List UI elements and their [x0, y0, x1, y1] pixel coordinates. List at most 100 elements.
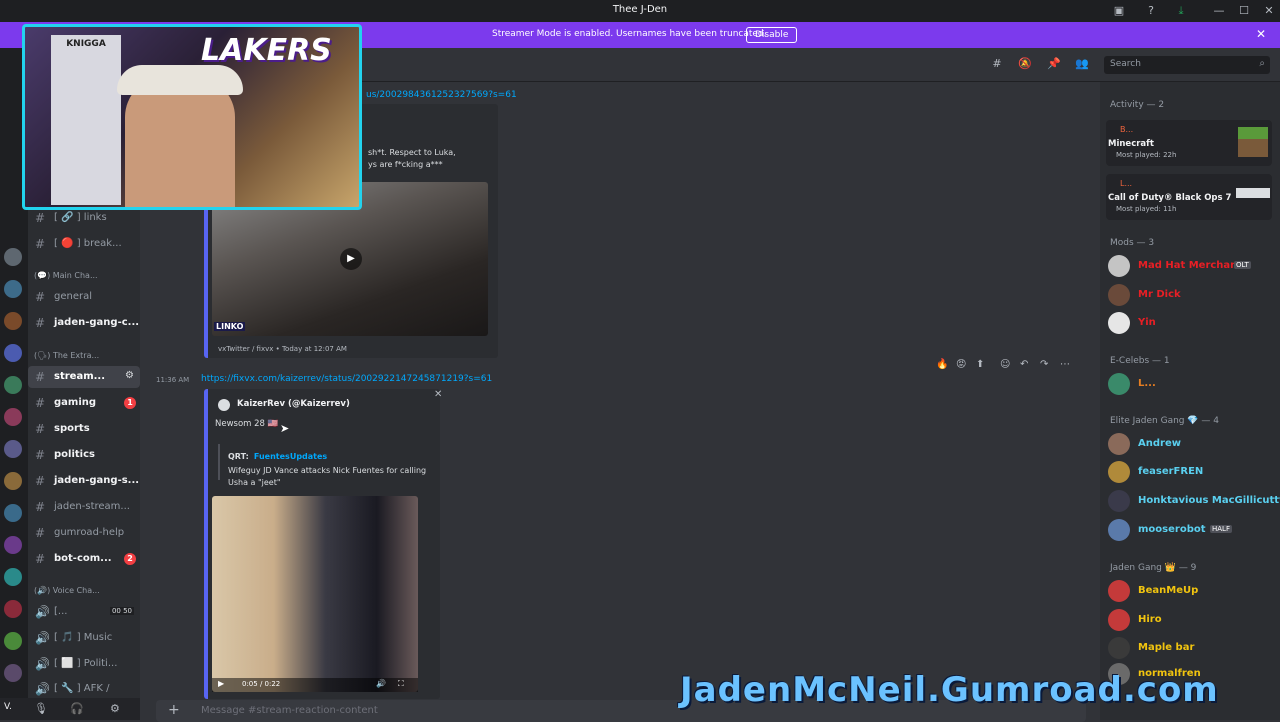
embed-author[interactable]: KaizerRev (@Kaizerrev) — [237, 399, 350, 409]
channel-label: [ 🎵 ] Music — [54, 632, 113, 643]
more-options-icon[interactable]: ⋯ — [1060, 359, 1070, 370]
notification-bell-icon[interactable]: 🔕 — [1018, 57, 1032, 71]
download-icon[interactable]: ⤓ — [1174, 4, 1188, 18]
embed-footer: vxTwitter / fixvx • Today at 12:07 AM — [218, 345, 347, 353]
message-link[interactable]: us/2002984361252327569?s=61 — [366, 90, 517, 100]
server-icon[interactable] — [4, 408, 22, 426]
server-icon[interactable] — [4, 376, 22, 394]
voice-channel-politics[interactable]: 🔊 [ ⬜ ] Politi... — [28, 653, 140, 675]
quote-tweet: QRT: FuentesUpdates Wifeguy JD Vance att… — [218, 444, 428, 487]
disable-streamer-mode-button[interactable]: Disable — [746, 27, 798, 43]
avatar — [1108, 609, 1130, 631]
user-panel: V. 🎙 🎧 ⚙ — [0, 698, 140, 720]
jersey-image: KNIGGA — [51, 35, 121, 205]
headphones-icon[interactable]: 🎧 — [70, 702, 84, 715]
streamer-cap — [117, 65, 243, 95]
voice-channel[interactable]: 🔊 [... 00 50 — [28, 601, 140, 623]
message-link[interactable]: https://fixvx.com/kaizerrev/status/20029… — [201, 374, 492, 384]
search-input[interactable]: Search ⌕ — [1104, 56, 1270, 74]
server-icon[interactable] — [4, 280, 22, 298]
mouse-cursor-icon: ➤ — [280, 422, 290, 435]
activity-game: Call of Duty® Black Ops 7 — [1108, 193, 1232, 203]
server-icon[interactable] — [4, 248, 22, 266]
member-item[interactable]: L... — [1108, 373, 1278, 395]
category-voice-chat[interactable]: (🔊) Voice Cha... — [34, 586, 140, 600]
member-list-icon[interactable]: 👥 — [1075, 57, 1089, 71]
settings-icon[interactable]: ⚙ — [110, 702, 120, 715]
member-item[interactable]: Maple bar — [1108, 637, 1278, 659]
member-item[interactable]: BeanMeUp — [1108, 580, 1278, 602]
member-item[interactable]: Honktavious MacGillicutty — [1108, 490, 1280, 512]
help-icon[interactable]: ? — [1144, 4, 1158, 18]
server-icon[interactable] — [4, 536, 22, 554]
member-item[interactable]: Hiro — [1108, 609, 1278, 631]
server-icon[interactable] — [4, 504, 22, 522]
inbox-icon[interactable]: ▣ — [1112, 4, 1126, 18]
channel-jaden-stream[interactable]: # jaden-stream... — [28, 496, 140, 518]
channel-break[interactable]: # [ 🔴 ] break... — [28, 233, 140, 255]
minimize-icon[interactable]: — — [1212, 4, 1226, 18]
channel-gaming[interactable]: # gaming 1 — [28, 392, 140, 414]
play-icon[interactable]: ▶ — [340, 248, 362, 270]
member-name: Hiro — [1138, 614, 1162, 625]
add-reaction-icon[interactable]: ☺ — [1000, 359, 1010, 370]
voice-channel-afk[interactable]: 🔊 [ 🔧 ] AFK / — [28, 678, 140, 700]
server-icon[interactable] — [4, 632, 22, 650]
server-icon[interactable] — [4, 600, 22, 618]
activity-card[interactable]: B... Minecraft Most played: 22h — [1106, 120, 1272, 166]
member-item[interactable]: Yin — [1108, 312, 1278, 334]
channel-gumroad-help[interactable]: # gumroad-help — [28, 522, 140, 544]
server-icon[interactable] — [4, 568, 22, 586]
volume-icon[interactable]: 🔊 — [376, 679, 386, 688]
channel-jaden-gang-chat[interactable]: # jaden-gang-c... — [28, 312, 140, 334]
pin-icon[interactable]: 📌 — [1047, 57, 1061, 71]
close-icon[interactable]: ✕ — [1262, 4, 1276, 18]
member-item[interactable]: Andrew — [1108, 433, 1278, 455]
category-label: (🗣) The Extra... — [34, 351, 100, 360]
member-item[interactable]: mooserobot HALF — [1108, 519, 1278, 541]
category-main-chat[interactable]: (💬) Main Cha... — [34, 271, 140, 285]
server-icon[interactable] — [4, 472, 22, 490]
member-name: Yin — [1138, 317, 1156, 328]
reply-icon[interactable]: ↶ — [1020, 359, 1028, 370]
member-item[interactable]: feaserFREN — [1108, 461, 1278, 483]
channel-general[interactable]: # general — [28, 286, 140, 308]
maximize-icon[interactable]: ☐ — [1237, 4, 1251, 18]
qrt-user[interactable]: FuentesUpdates — [254, 452, 327, 461]
hash-icon: # — [35, 500, 46, 514]
reaction-this-icon[interactable]: ⬆ — [976, 359, 984, 370]
server-icon[interactable] — [4, 344, 22, 362]
server-icon[interactable] — [4, 664, 22, 682]
channel-links[interactable]: # [ 🔗 ] links — [28, 207, 140, 229]
microphone-icon[interactable]: 🎙 — [34, 702, 48, 715]
reaction-fire-icon[interactable]: 🔥 — [936, 359, 948, 370]
channel-jaden-gang-s[interactable]: # jaden-gang-s... — [28, 470, 140, 492]
play-icon[interactable]: ▶ — [218, 679, 224, 688]
category-the-extra[interactable]: (🗣) The Extra... — [34, 351, 140, 365]
add-attachment-icon[interactable]: + — [168, 702, 180, 718]
voice-channel-music[interactable]: 🔊 [ 🎵 ] Music — [28, 627, 140, 649]
username: V. — [4, 702, 12, 712]
server-icon[interactable] — [4, 440, 22, 458]
channel-politics[interactable]: # politics — [28, 444, 140, 466]
channel-stream-reaction[interactable]: # stream... ⚙ — [28, 366, 140, 388]
forward-icon[interactable]: ↷ — [1040, 359, 1048, 370]
remove-embed-icon[interactable]: ✕ — [434, 389, 442, 400]
server-icon[interactable] — [4, 312, 22, 330]
twitter-embed: ✕ KaizerRev (@Kaizerrev) Newsom 28 🇺🇸 QR… — [204, 389, 442, 699]
member-tag: OLT — [1234, 261, 1251, 269]
threads-icon[interactable]: # — [990, 57, 1004, 71]
banner-close-icon[interactable]: ✕ — [1256, 27, 1266, 41]
channel-sports[interactable]: # sports — [28, 418, 140, 440]
settings-icon[interactable]: ⚙ — [125, 370, 134, 381]
member-item[interactable]: Mad Hat Merchant OLT — [1108, 255, 1278, 277]
fullscreen-icon[interactable]: ⛶ — [398, 679, 404, 689]
embedded-video[interactable]: ▶ 0:05 / 0:22 🔊 ⛶ — [212, 496, 418, 692]
gumroad-watermark: JadenMcNeil.Gumroad.com — [680, 670, 1219, 710]
channel-label: [ 🔧 ] AFK / — [54, 683, 110, 694]
reaction-emoji-icon[interactable]: 😡 — [956, 359, 966, 370]
activity-card[interactable]: L... Call of Duty® Black Ops 7 Most play… — [1106, 174, 1272, 220]
member-item[interactable]: Mr Dick — [1108, 284, 1278, 306]
channel-bot-commands[interactable]: # bot-com... 2 — [28, 548, 140, 570]
activity-user: B... — [1120, 125, 1134, 134]
